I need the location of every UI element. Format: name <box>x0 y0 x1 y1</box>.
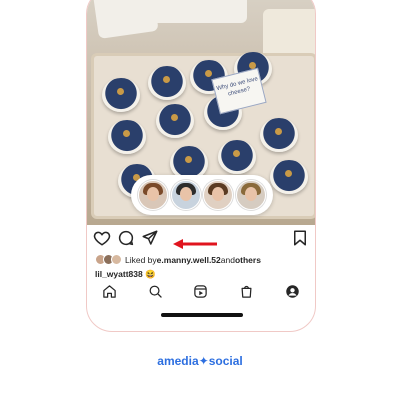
cheese-wheel <box>102 78 140 112</box>
send-icon[interactable] <box>141 229 159 247</box>
nav-shop[interactable] <box>239 283 255 299</box>
friend-avatar-2[interactable] <box>170 180 201 210</box>
nav-search[interactable] <box>147 283 163 299</box>
shop-icon <box>241 285 252 298</box>
nav-home[interactable] <box>102 283 118 299</box>
cheese-wheel <box>218 140 256 174</box>
nav-profile[interactable] <box>284 283 300 299</box>
heart-icon[interactable] <box>93 229 111 247</box>
cheese-wheel <box>156 104 194 138</box>
cheese-wheel <box>270 160 308 194</box>
post-image[interactable]: Why do we love cheese? <box>87 0 315 225</box>
liked-by-others[interactable]: others <box>235 255 261 265</box>
bookmark-icon[interactable] <box>291 229 309 247</box>
liker-avatars[interactable] <box>95 253 122 267</box>
nav-reels[interactable] <box>193 283 209 299</box>
brand-right: social <box>208 354 243 368</box>
home-indicator <box>161 313 243 317</box>
cloth-decoration <box>147 0 247 23</box>
phone-frame: Why do we love cheese? Liked by e.manny.… <box>86 0 316 332</box>
profile-icon <box>285 284 299 298</box>
friend-avatar-4[interactable] <box>235 180 266 210</box>
liked-by-middle: and <box>220 255 235 265</box>
likes-line: Liked by e.manny.well.52 and others <box>95 253 261 267</box>
quick-share-row <box>131 175 273 215</box>
red-pointer-arrow <box>173 239 217 249</box>
bottom-nav <box>87 279 315 303</box>
caption-emoji: 😆 <box>145 269 156 279</box>
friend-avatar-3[interactable] <box>203 180 234 210</box>
cheese-wheel <box>260 118 298 152</box>
brand-watermark: amedia✦social <box>0 354 400 368</box>
reels-icon <box>194 284 208 298</box>
cheese-wheel <box>108 120 146 154</box>
cheese-wheel <box>148 66 186 100</box>
comment-icon[interactable] <box>117 229 135 247</box>
brand-star-icon: ✦ <box>198 354 209 368</box>
home-icon <box>103 284 117 298</box>
search-icon <box>149 285 162 298</box>
friend-avatar-1[interactable] <box>138 180 169 210</box>
liked-by-prefix: Liked by <box>125 255 157 265</box>
liked-by-user[interactable]: e.manny.well.52 <box>157 255 221 265</box>
caption-username[interactable]: lil_wyatt838 <box>95 269 143 279</box>
brand-left: amedia <box>157 354 199 368</box>
